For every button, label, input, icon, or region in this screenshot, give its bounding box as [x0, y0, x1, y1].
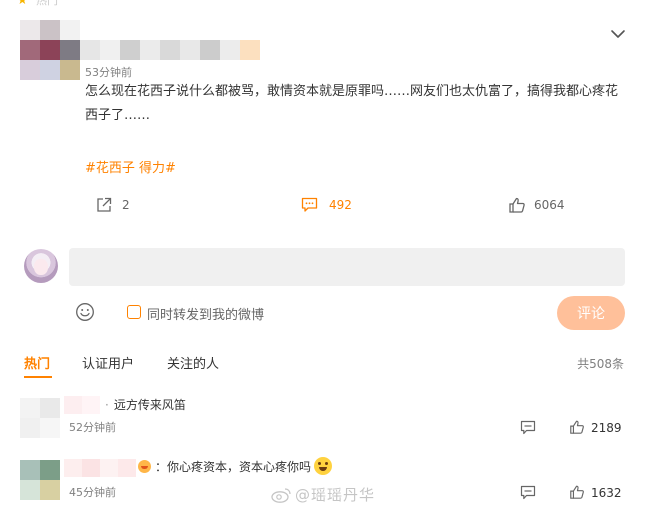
comment-text-body: ：你心疼资本，资本心疼你吗: [155, 459, 312, 474]
commenter-name[interactable]: [64, 396, 100, 414]
name-mosaic-tile: [140, 40, 160, 60]
repost-label: 同时转发到我的微博: [147, 308, 265, 323]
comment-text-body: 远方传来风笛: [113, 398, 186, 412]
avatar-mosaic-tile: [60, 60, 80, 80]
comment-like-button[interactable]: 1632: [569, 484, 622, 502]
avatar-mosaic-tile: [60, 20, 80, 40]
avatar-mosaic-tile: [60, 40, 80, 60]
post-time: 53分钟前: [85, 66, 132, 79]
top-strip-label: 热门: [36, 0, 58, 7]
post-text: 怎么现在花西子说什么都被骂，敢情资本就是原罪吗……网友们也太仇富了，搞得我都心疼…: [85, 84, 619, 123]
thumbs-up-icon: [569, 484, 585, 503]
name-mosaic-tile: [82, 459, 100, 477]
comment-like-count: 1632: [591, 486, 622, 500]
comment-time: 52分钟前: [69, 421, 116, 434]
avatar-mosaic-tile: [20, 20, 40, 40]
tab-verified-users[interactable]: 认证用户: [82, 353, 134, 372]
name-mosaic-tile: [160, 40, 180, 60]
weibo-logo-icon: [270, 487, 292, 503]
name-mosaic-tile: [120, 40, 140, 60]
name-mosaic-tile: [180, 40, 200, 60]
comment-separator: ·: [105, 398, 109, 412]
like-button[interactable]: 6064: [508, 195, 565, 215]
active-tab-indicator: [24, 376, 52, 378]
repost-checkbox[interactable]: [127, 305, 141, 319]
share-button[interactable]: 2: [95, 195, 130, 215]
like-count: 6064: [534, 198, 565, 212]
top-strip: ★ 热门: [0, 0, 646, 7]
avatar-mosaic-tile: [40, 460, 60, 480]
reply-icon[interactable]: [520, 420, 536, 436]
name-mosaic-tile: [80, 40, 100, 60]
chevron-down-icon[interactable]: [610, 26, 626, 42]
avatar-mosaic-tile: [40, 40, 60, 60]
comment-like-count: 2189: [591, 421, 622, 435]
emoji-icon[interactable]: [75, 302, 95, 322]
post-hashtag[interactable]: #花西子 得力#: [85, 157, 176, 176]
avatar-mosaic-tile: [20, 480, 40, 500]
thumbs-up-icon: [508, 196, 526, 214]
comment-time: 45分钟前: [69, 486, 116, 499]
commenter-name[interactable]: [64, 459, 136, 477]
name-mosaic-tile: [200, 40, 220, 60]
tab-hot[interactable]: 热门: [24, 353, 50, 372]
comment-count: 492: [329, 198, 352, 212]
avatar-mosaic-tile: [20, 60, 40, 80]
commenter-avatar[interactable]: [20, 398, 60, 438]
comment-text: · 远方传来风笛: [105, 396, 186, 413]
commenter-avatar[interactable]: [20, 460, 60, 500]
name-mosaic-tile: [100, 40, 120, 60]
name-mosaic-tile: [82, 396, 100, 414]
avatar-mosaic-tile: [40, 480, 60, 500]
avatar-mosaic-tile: [40, 398, 60, 418]
name-mosaic-tile: [118, 459, 136, 477]
avatar-mosaic-tile: [20, 418, 40, 438]
tab-following[interactable]: 关注的人: [167, 353, 219, 372]
comment-input[interactable]: [69, 248, 625, 286]
comment-button[interactable]: 492: [301, 195, 352, 215]
watermark-text: @瑶瑶丹华: [295, 486, 376, 504]
name-mosaic-tile: [240, 40, 260, 60]
avatar-mosaic-tile: [40, 418, 60, 438]
name-mosaic-tile: [220, 40, 240, 60]
comment-icon: [301, 197, 318, 213]
watermark: @瑶瑶丹华: [270, 484, 375, 505]
share-icon: [95, 196, 113, 214]
post-author-avatar[interactable]: [20, 20, 80, 80]
total-comment-count: 共508条: [577, 357, 624, 371]
smile-emoji-icon: [314, 457, 333, 475]
name-mosaic-tile: [64, 396, 82, 414]
star-icon: ★: [17, 0, 28, 7]
avatar-mosaic-tile: [20, 398, 40, 418]
current-user-avatar: [24, 249, 58, 283]
share-count: 2: [122, 198, 130, 212]
comment-like-button[interactable]: 2189: [569, 419, 622, 437]
avatar-mosaic-tile: [20, 460, 40, 480]
comment-text: ：你心疼资本，资本心疼你吗: [138, 457, 333, 475]
avatar-mosaic-tile: [40, 60, 60, 80]
post-author-name[interactable]: [80, 40, 260, 60]
reply-icon[interactable]: [520, 485, 536, 501]
name-mosaic-tile: [100, 459, 118, 477]
badge-emoji-icon: [138, 459, 151, 473]
name-mosaic-tile: [64, 459, 82, 477]
thumbs-up-icon: [569, 419, 585, 438]
submit-comment-button[interactable]: 评论: [557, 296, 625, 330]
avatar-mosaic-tile: [40, 20, 60, 40]
avatar-mosaic-tile: [20, 40, 40, 60]
